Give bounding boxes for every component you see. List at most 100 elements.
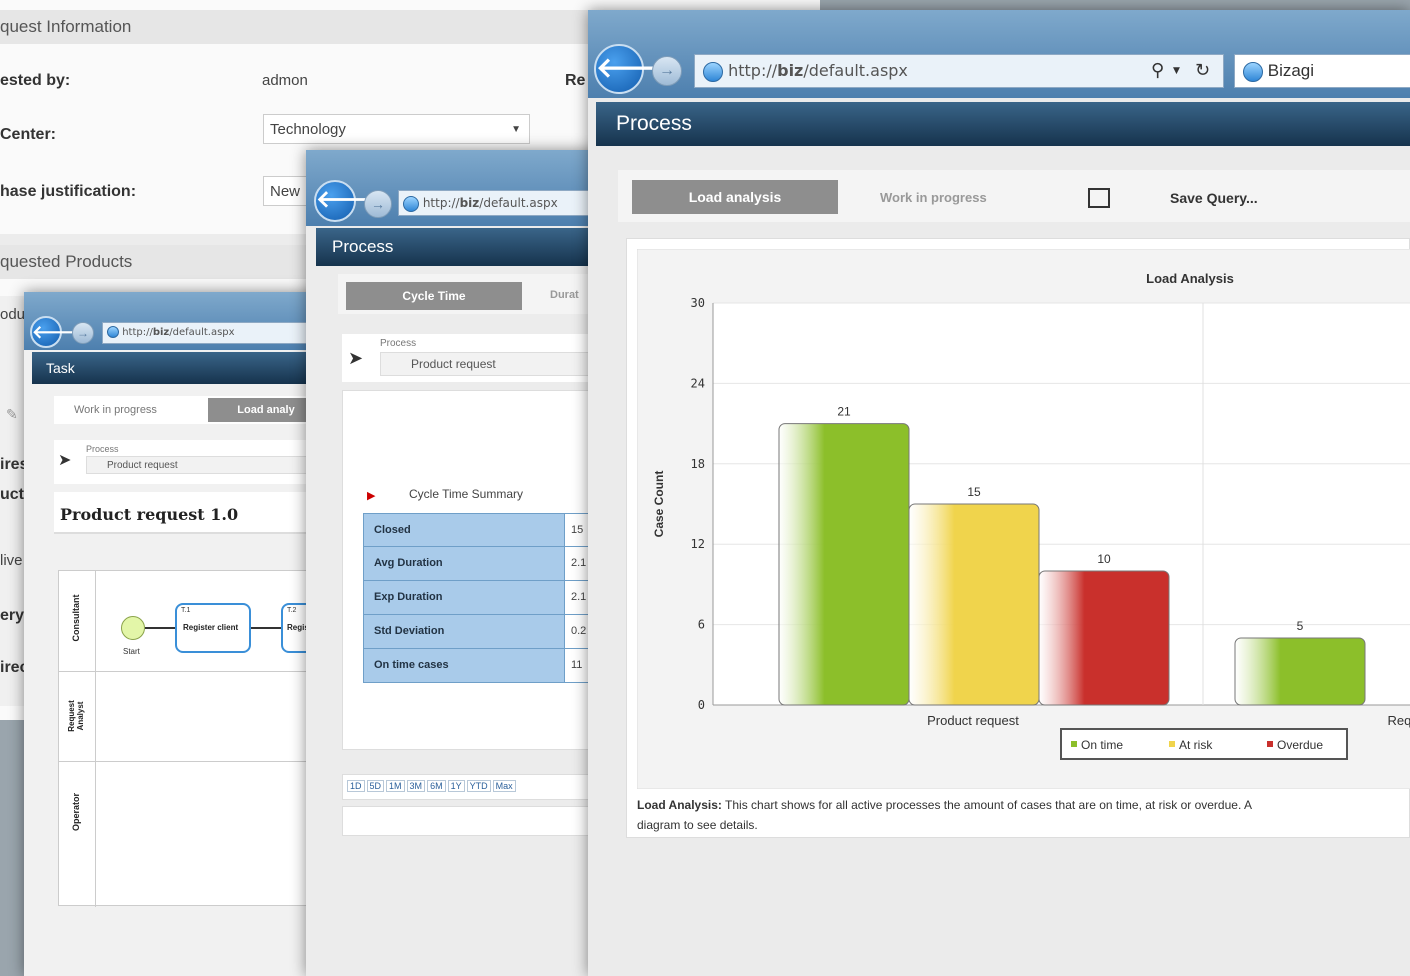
range-buttons: 1D 5D 1M 3M 6M 1Y YTD Max xyxy=(347,780,518,792)
center-select[interactable]: Technology ▼ xyxy=(263,114,530,144)
process-arrow-icon: ➤ xyxy=(348,348,364,368)
search-icon[interactable]: ⚲ xyxy=(1151,55,1164,87)
data-label: 15 xyxy=(967,485,981,499)
back-button[interactable]: 🡐 xyxy=(314,180,380,222)
process-arrow-icon: ➤ xyxy=(58,452,72,469)
back-button[interactable]: 🡐 xyxy=(594,44,671,94)
tab-work-in-progress[interactable]: Work in progress xyxy=(880,190,987,205)
summary-table: Closed 15 Avg Duration 2.1 Exp Duration … xyxy=(363,513,608,683)
start-label: Start xyxy=(123,647,140,656)
load-browser-toolbar: 🡐 → http://biz/default.aspx ⚲ ▼ ↻ Bizagi xyxy=(588,10,1410,98)
chart-title: Load Analysis xyxy=(1146,271,1234,286)
task-id: T.1 xyxy=(181,607,191,614)
tab-cycle-time[interactable]: Cycle Time xyxy=(346,282,522,310)
range-selector: 1D 5D 1M 3M 6M 1Y YTD Max xyxy=(342,774,606,800)
bar xyxy=(778,423,910,706)
summary-row: Avg Duration 2.1 xyxy=(363,547,608,581)
legend-marker xyxy=(1071,741,1077,747)
task-title: Task xyxy=(32,352,324,384)
data-label: 10 xyxy=(1097,552,1111,566)
legend-label: Overdue xyxy=(1277,738,1323,752)
cycle-browser-toolbar: 🡐 → http://biz/default.aspx xyxy=(306,150,618,226)
address-bar[interactable]: http://biz/default.aspx xyxy=(398,190,618,216)
sequence-flow xyxy=(145,627,175,629)
requested-by-value: admon xyxy=(262,72,308,89)
bar xyxy=(1234,637,1366,706)
side-label: live xyxy=(0,552,23,569)
tab-load-analysis[interactable]: Load analysis xyxy=(632,180,838,214)
range-button[interactable]: 1Y xyxy=(447,780,465,792)
task-register-client[interactable]: T.1 Register client xyxy=(175,603,251,653)
range-button[interactable]: 1M xyxy=(386,780,405,792)
summary-row-label: On time cases xyxy=(374,659,449,671)
browser-tab[interactable]: Bizagi xyxy=(1234,54,1410,88)
address-bar[interactable]: http://biz/default.aspx xyxy=(102,322,332,344)
url-prefix: http:// xyxy=(122,327,153,338)
range-button[interactable]: 1D xyxy=(347,780,365,792)
caption-line2: diagram to see details. xyxy=(637,818,758,832)
range-button[interactable]: 3M xyxy=(406,780,426,792)
lane-request-analyst: Request Analyst xyxy=(67,700,85,732)
lane-divider xyxy=(59,671,325,672)
bullet-icon: ▶ xyxy=(367,490,376,502)
legend-marker xyxy=(1267,741,1273,747)
y-axis-label: Case Count xyxy=(652,471,666,538)
url-path: /default.aspx xyxy=(803,61,908,80)
process-value: Product request xyxy=(380,352,606,376)
ie-icon xyxy=(703,61,723,82)
save-query-icon[interactable] xyxy=(1088,188,1110,208)
forward-button[interactable]: → xyxy=(72,322,94,344)
process-value: Product request xyxy=(86,456,324,474)
url-host: biz xyxy=(459,196,480,210)
tab-duration[interactable]: Durat xyxy=(550,289,579,301)
task-tabs: Work in progress Load analy xyxy=(54,396,324,424)
ie-icon xyxy=(403,195,419,212)
summary-row-label: Std Deviation xyxy=(374,625,445,637)
data-label: 5 xyxy=(1297,619,1304,633)
x-tick-label: Requ xyxy=(1387,713,1410,728)
url-prefix: http:// xyxy=(728,61,778,80)
url-path: /default.aspx xyxy=(479,196,558,210)
bar xyxy=(1038,570,1170,706)
process-label: Process xyxy=(86,444,119,454)
chevron-down-icon[interactable]: ▼ xyxy=(1173,55,1180,87)
summary-row-label: Exp Duration xyxy=(374,591,443,603)
y-tick-label: 12 xyxy=(691,537,705,551)
refresh-icon[interactable]: ↻ xyxy=(1195,55,1210,87)
x-tick-label: Product request xyxy=(927,713,1019,728)
range-button[interactable]: 5D xyxy=(366,780,385,792)
summary-row: Std Deviation 0.2 xyxy=(363,615,608,649)
cycle-tabs: Cycle Time Durat xyxy=(338,274,606,314)
justification-label: hase justification: xyxy=(0,183,137,200)
forward-button[interactable]: → xyxy=(364,190,392,218)
summary-row: On time cases 11 xyxy=(363,649,608,683)
url-prefix: http:// xyxy=(422,196,460,210)
range-button[interactable]: YTD xyxy=(466,780,491,792)
requested-by-label: ested by: xyxy=(0,72,71,89)
back-button[interactable]: 🡐 xyxy=(30,316,80,348)
start-event-icon[interactable] xyxy=(121,616,145,640)
legend-marker xyxy=(1169,741,1175,747)
load-browser-window: 🡐 → http://biz/default.aspx ⚲ ▼ ↻ Bizagi… xyxy=(588,10,1410,976)
side-label: ery xyxy=(0,607,25,624)
process-selector[interactable]: ➤ Process Product request xyxy=(54,440,324,484)
task-browser-window: 🡐 → http://biz/default.aspx Task Work in… xyxy=(24,292,341,976)
process-label: Process xyxy=(380,338,417,349)
tab-work-in-progress[interactable]: Work in progress xyxy=(74,404,157,416)
range-button[interactable]: 6M xyxy=(427,780,446,792)
caption-line1: This chart shows for all active processe… xyxy=(721,798,1252,812)
summary-row: Exp Duration 2.1 xyxy=(363,581,608,615)
address-bar[interactable]: http://biz/default.aspx ⚲ ▼ ↻ xyxy=(694,54,1224,88)
summary-row-label: Avg Duration xyxy=(374,557,443,569)
process-selector[interactable]: ➤ Process Product request xyxy=(342,334,606,382)
caption-bold: Load Analysis: xyxy=(637,798,722,812)
forward-button[interactable]: → xyxy=(652,56,682,86)
range-button[interactable]: Max xyxy=(492,780,516,792)
save-query-button[interactable]: Save Query... xyxy=(1170,190,1258,206)
y-tick-label: 6 xyxy=(698,618,705,632)
sequence-flow xyxy=(251,627,281,629)
load-analysis-chart: 0 6 12 18 24 30 Load Analysis Case Count 21 15 10 P… xyxy=(637,249,1410,789)
summary-title: Cycle Time Summary xyxy=(409,487,524,501)
task-browser-toolbar: 🡐 → http://biz/default.aspx xyxy=(24,292,332,350)
y-tick-label: 24 xyxy=(691,376,705,390)
